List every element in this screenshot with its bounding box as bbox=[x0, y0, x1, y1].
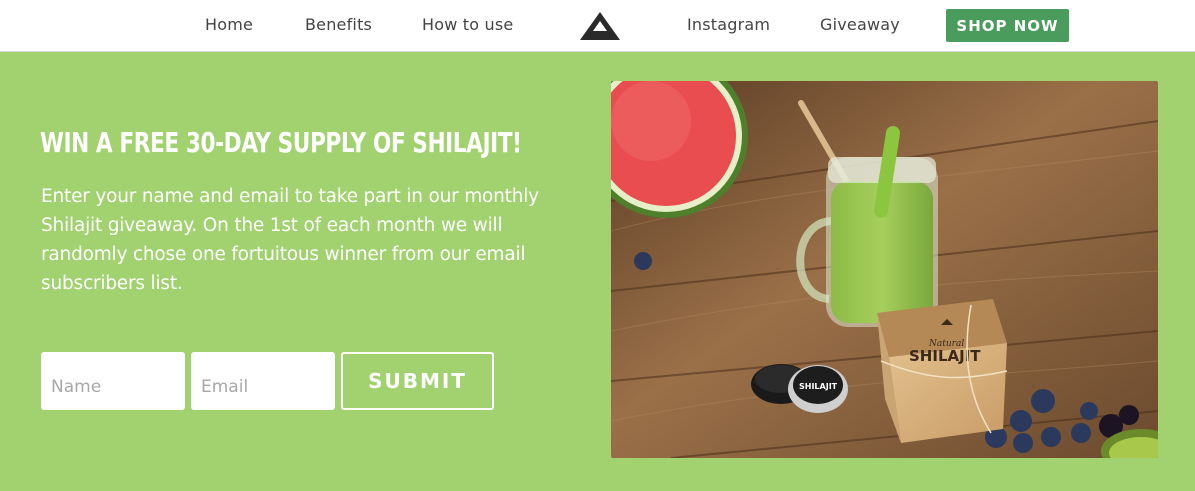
giveaway-headline: WIN A FREE 30-DAY SUPPLY OF SHILAJIT! bbox=[40, 126, 522, 159]
nav-link-benefits[interactable]: Benefits bbox=[305, 15, 372, 34]
shilajit-box: Natural SHILAJIT bbox=[877, 299, 1008, 443]
box-brand-text: SHILAJIT bbox=[909, 347, 981, 365]
product-photo: Natural SHILAJIT SHILAJIT bbox=[611, 81, 1158, 458]
giveaway-description: Enter your name and email to take part i… bbox=[41, 186, 539, 294]
mountain-logo-icon[interactable] bbox=[578, 10, 622, 42]
nav-link-giveaway[interactable]: Giveaway bbox=[820, 15, 900, 34]
submit-button[interactable]: SUBMIT bbox=[341, 352, 494, 410]
nav-link-instagram[interactable]: Instagram bbox=[687, 15, 770, 34]
name-input[interactable] bbox=[41, 352, 185, 410]
nav-link-home[interactable]: Home bbox=[205, 15, 253, 34]
jar-label-text: SHILAJIT bbox=[799, 382, 838, 391]
top-navigation: Home Benefits How to use Instagram Givea… bbox=[0, 0, 1195, 52]
shop-now-button[interactable]: SHOP NOW bbox=[946, 9, 1069, 42]
nav-link-how-to-use[interactable]: How to use bbox=[422, 15, 513, 34]
email-input[interactable] bbox=[191, 352, 335, 410]
